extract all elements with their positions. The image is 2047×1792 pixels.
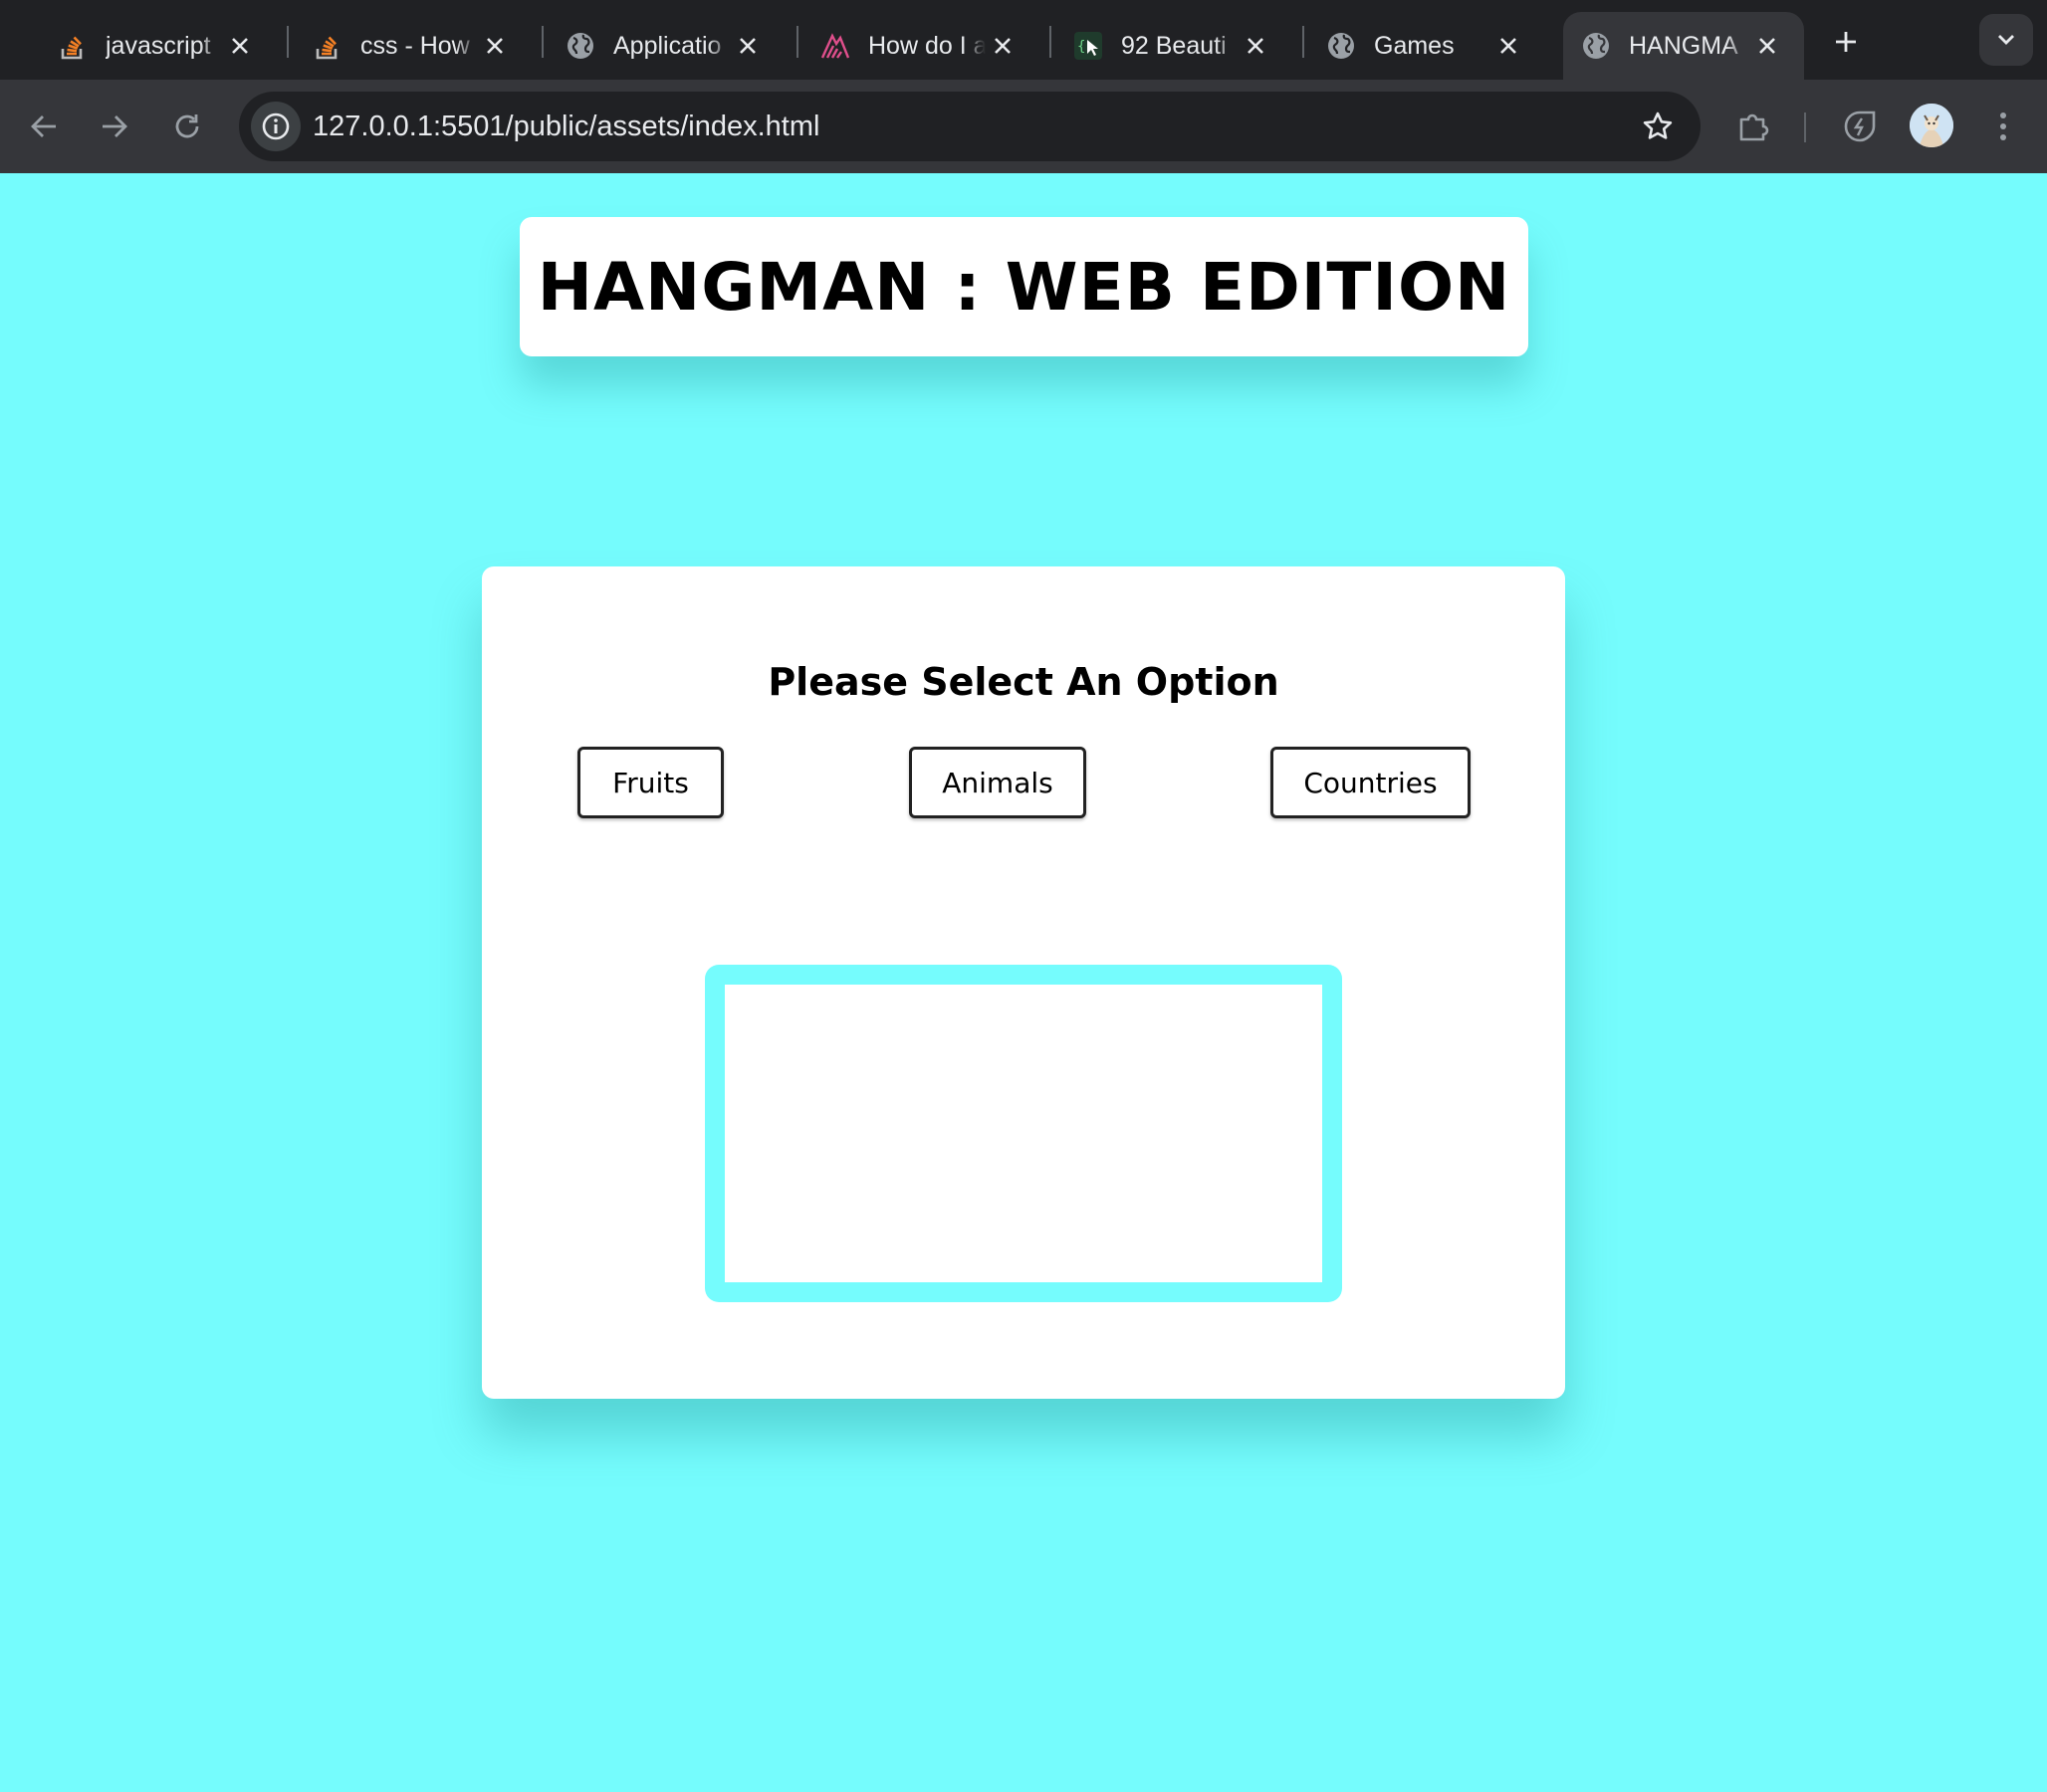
close-icon[interactable] [731,29,765,63]
new-tab-button[interactable] [1824,20,1868,64]
profile-avatar[interactable] [1910,104,1953,147]
tab-title: javascript [106,31,211,60]
close-icon[interactable] [1491,29,1525,63]
arrow-left-icon [31,115,56,137]
page-title: HANGMAN : WEB EDITION [537,248,1511,326]
avatar-image [1910,104,1953,147]
tab-games[interactable]: Games [1296,12,1545,80]
tab-strip: javascript css - How Applicatio How do I… [0,0,2047,80]
tab-title: How do I a [868,31,986,60]
reload-button[interactable] [162,102,212,151]
tab-title: css - How [360,31,470,60]
tab-css-how[interactable]: css - How [283,12,532,80]
hangman-canvas [705,965,1342,1302]
extensions-button[interactable] [1728,102,1778,151]
arrow-right-icon [103,115,127,137]
title-banner: HANGMAN : WEB EDITION [520,217,1528,356]
fruits-button[interactable]: Fruits [577,747,724,818]
close-icon[interactable] [478,29,512,63]
url-text: 127.0.0.1:5501/public/assets/index.html [313,111,820,142]
close-icon[interactable] [223,29,257,63]
countries-button[interactable]: Countries [1270,747,1471,818]
tab-title: 92 Beauti [1121,31,1227,60]
close-icon[interactable] [986,29,1020,63]
back-button[interactable] [19,102,69,151]
tab-92-beautiful[interactable]: { 92 Beauti [1043,12,1292,80]
menu-button[interactable] [1978,102,2028,151]
forward-button[interactable] [90,102,139,151]
extension-button[interactable] [1835,102,1885,151]
address-bar[interactable]: 127.0.0.1:5501/public/assets/index.html [239,92,1701,161]
game-panel: Please Select An Option Fruits Animals C… [482,566,1565,1399]
globe-icon [568,33,593,59]
cursor-icon: { [1074,32,1102,60]
browser-toolbar: 127.0.0.1:5501/public/assets/index.html [0,80,2047,173]
option-prompt: Please Select An Option [768,660,1279,704]
leaf-bolt-icon [1844,111,1876,142]
tab-hangman[interactable]: HANGMA [1563,12,1804,80]
tab-how-do-i[interactable]: How do I a [791,12,1039,80]
bookmark-button[interactable] [1637,106,1679,147]
tab-search-button[interactable] [1979,14,2033,66]
plus-icon [1836,32,1856,52]
kebab-menu-icon [2000,112,2006,140]
animals-button[interactable]: Animals [909,747,1086,818]
chevron-down-icon [1998,35,2014,45]
tab-javascript[interactable]: javascript [28,12,277,80]
star-icon [1643,112,1673,139]
site-info-button[interactable] [251,102,301,151]
svg-text:{: { [1077,39,1085,55]
close-icon[interactable] [1750,29,1784,63]
stackoverflow-icon [61,36,83,60]
reload-icon [175,114,199,138]
toolbar-separator [1804,112,1806,142]
tab-title: Games [1374,31,1455,60]
tab-title: Applicatio [613,31,722,60]
tab-application[interactable]: Applicatio [536,12,785,80]
close-icon[interactable] [1239,29,1272,63]
stackoverflow-icon [316,36,338,60]
tab-title: HANGMA [1629,31,1738,60]
globe-icon [1328,33,1354,59]
sanity-icon [820,33,850,59]
info-icon [262,112,290,140]
globe-icon [1583,33,1609,59]
puzzle-icon [1739,113,1769,141]
